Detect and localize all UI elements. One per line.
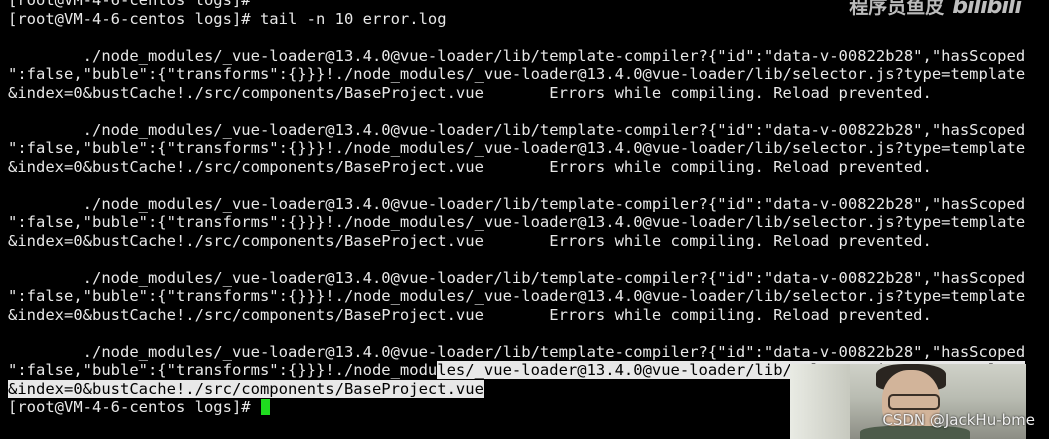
csdn-watermark: CSDN @JackHu-bme [882, 410, 1035, 429]
terminal-line: &index=0&bustCache!./src/components/Base… [8, 305, 932, 324]
terminal-line: ./node_modules/_vue-loader@13.4.0@vue-lo… [8, 268, 1026, 287]
terminal-line: &index=0&bustCache!./src/components/Base… [8, 83, 932, 102]
terminal-line: ./node_modules/_vue-loader@13.4.0@vue-lo… [8, 342, 1026, 361]
terminal-line: ./node_modules/_vue-loader@13.4.0@vue-lo… [8, 46, 1026, 65]
terminal-cursor [260, 399, 270, 415]
terminal-line: ./node_modules/_vue-loader@13.4.0@vue-lo… [8, 120, 1026, 139]
selected-text[interactable]: &index=0&bustCache!./src/components/Base… [8, 379, 484, 398]
uploader-watermark: 程序员鱼皮 bilibili [849, 0, 1022, 19]
shell-prompt: [root@VM-4-6-centos logs]# [8, 398, 260, 416]
terminal-output[interactable]: [root@VM-4-6-centos logs]# [root@VM-4-6-… [8, 0, 1043, 417]
terminal-line: ":false,"buble":{"transforms":{}}}!./nod… [8, 287, 1026, 305]
bilibili-logo-icon: bilibili [952, 0, 1022, 19]
uploader-name: 程序员鱼皮 [849, 0, 945, 18]
terminal-line: ":false,"buble":{"transforms":{}}}!./nod… [8, 65, 1026, 83]
terminal-text: ":false,"buble":{"transforms":{}}}!./nod… [8, 361, 438, 379]
terminal-line: ":false,"buble":{"transforms":{}}}!./nod… [8, 139, 1026, 157]
terminal-line: ":false,"buble":{"transforms":{}}}!./nod… [8, 213, 1026, 231]
person-glasses [888, 394, 940, 410]
terminal-window[interactable]: [root@VM-4-6-centos logs]# [root@VM-4-6-… [0, 0, 1049, 439]
terminal-line: &index=0&bustCache!./src/components/Base… [8, 231, 932, 250]
terminal-line: ./node_modules/_vue-loader@13.4.0@vue-lo… [8, 194, 1026, 213]
terminal-line: &index=0&bustCache!./src/components/Base… [8, 157, 932, 176]
webcam-background [790, 364, 850, 439]
